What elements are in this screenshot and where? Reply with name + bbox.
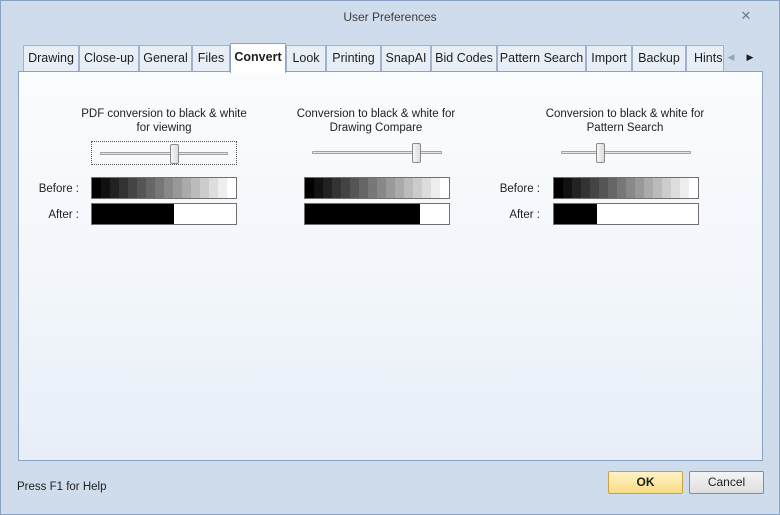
tab-close-up[interactable]: Close-up [79, 45, 139, 72]
gradient-cell [626, 178, 635, 198]
gradient-cell [377, 178, 386, 198]
drawing-compare-threshold-slider[interactable] [304, 141, 450, 165]
gradient-cell [359, 178, 368, 198]
tab-hints[interactable]: Hints [686, 45, 724, 72]
gradient-cell [635, 178, 644, 198]
tab-import[interactable]: Import [586, 45, 632, 72]
gradient-cell [386, 178, 395, 198]
gradient-cell [590, 178, 599, 198]
tab-strip: Drawing Close-up General Files Convert L… [18, 43, 763, 73]
after-black-fill [305, 204, 421, 224]
after-threshold-preview [553, 203, 699, 225]
tab-look[interactable]: Look [286, 45, 326, 72]
tab-bid-codes[interactable]: Bid Codes [431, 45, 497, 72]
ok-button[interactable]: OK [608, 471, 683, 494]
gradient-cell [608, 178, 617, 198]
gradient-cell [323, 178, 332, 198]
gradient-cell [644, 178, 653, 198]
user-preferences-window: User Preferences ✕ Drawing Close-up Gene… [0, 0, 780, 515]
gradient-cell [581, 178, 590, 198]
gradient-cell [689, 178, 698, 198]
gradient-cell [617, 178, 626, 198]
tab-files[interactable]: Files [192, 45, 230, 72]
help-hint: Press F1 for Help [17, 481, 107, 493]
drawing-compare-conversion-title: Conversion to black & white for Drawing … [296, 108, 456, 134]
gradient-cell [395, 178, 404, 198]
gradient-cell [314, 178, 323, 198]
gradient-cell [662, 178, 671, 198]
after-black-fill [554, 204, 598, 224]
after-threshold-preview [304, 203, 450, 225]
before-gradient-preview [304, 177, 450, 199]
title-bar: User Preferences ✕ [1, 1, 779, 33]
gradient-cell [368, 178, 377, 198]
before-gradient-preview [553, 177, 699, 199]
gradient-cell [305, 178, 314, 198]
tab-snapai[interactable]: SnapAI [381, 45, 431, 72]
gradient-cell [422, 178, 431, 198]
slider-track [312, 151, 442, 154]
gradient-cell [572, 178, 581, 198]
tab-convert[interactable]: Convert [230, 43, 286, 73]
slider-track [561, 151, 691, 154]
gradient-cell [431, 178, 440, 198]
gradient-cell [671, 178, 680, 198]
tab-pattern-search[interactable]: Pattern Search [497, 45, 586, 72]
pattern-search-conversion-group: Conversion to black & white for Pattern … [19, 72, 704, 232]
tab-scroll-left-icon[interactable]: ◀ [724, 49, 738, 65]
tab-backup[interactable]: Backup [632, 45, 686, 72]
gradient-cell [599, 178, 608, 198]
gradient-cell [653, 178, 662, 198]
slider-thumb[interactable] [595, 143, 605, 163]
gradient-cell [350, 178, 359, 198]
gradient-cell [341, 178, 350, 198]
gradient-cell [404, 178, 413, 198]
after-label: After : [509, 209, 540, 221]
tab-general[interactable]: General [139, 45, 192, 72]
gradient-cell [563, 178, 572, 198]
cancel-button[interactable]: Cancel [689, 471, 764, 494]
gradient-cell [680, 178, 689, 198]
window-title: User Preferences [343, 10, 437, 24]
before-label: Before : [499, 183, 540, 195]
gradient-cell [332, 178, 341, 198]
gradient-cell [554, 178, 563, 198]
gradient-cell [440, 178, 449, 198]
slider-thumb[interactable] [411, 143, 421, 163]
tab-drawing[interactable]: Drawing [23, 45, 79, 72]
pattern-search-threshold-slider[interactable] [553, 141, 699, 165]
tab-printing[interactable]: Printing [326, 45, 381, 72]
close-icon[interactable]: ✕ [737, 7, 755, 25]
tab-scroll-right-icon[interactable]: ▶ [743, 49, 757, 65]
gradient-cell [413, 178, 422, 198]
pattern-search-conversion-title: Conversion to black & white for Pattern … [545, 108, 705, 134]
convert-panel: PDF conversion to black & white for view… [18, 71, 763, 461]
